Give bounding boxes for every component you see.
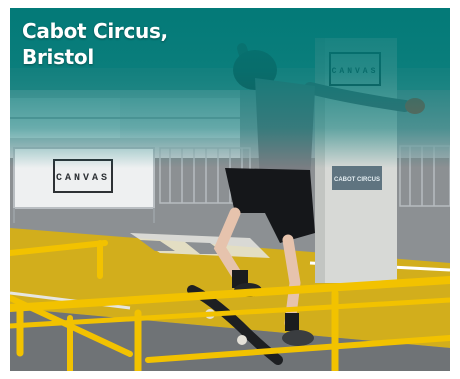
- photo-card: CANVAS CANVAS CABOT CIRCUS Cabot Circus,…: [10, 8, 450, 371]
- pillar-plate-text: CABOT CIRCUS: [334, 177, 380, 183]
- barrier-sign-text: CANVAS: [56, 173, 110, 184]
- caption-line-1: Cabot Circus,: [22, 19, 168, 43]
- glove: [405, 98, 425, 114]
- caption-line-2: Bristol: [22, 45, 94, 69]
- pillar-sign-text: CANVAS: [332, 67, 379, 76]
- photo-caption: Cabot Circus, Bristol: [22, 18, 168, 70]
